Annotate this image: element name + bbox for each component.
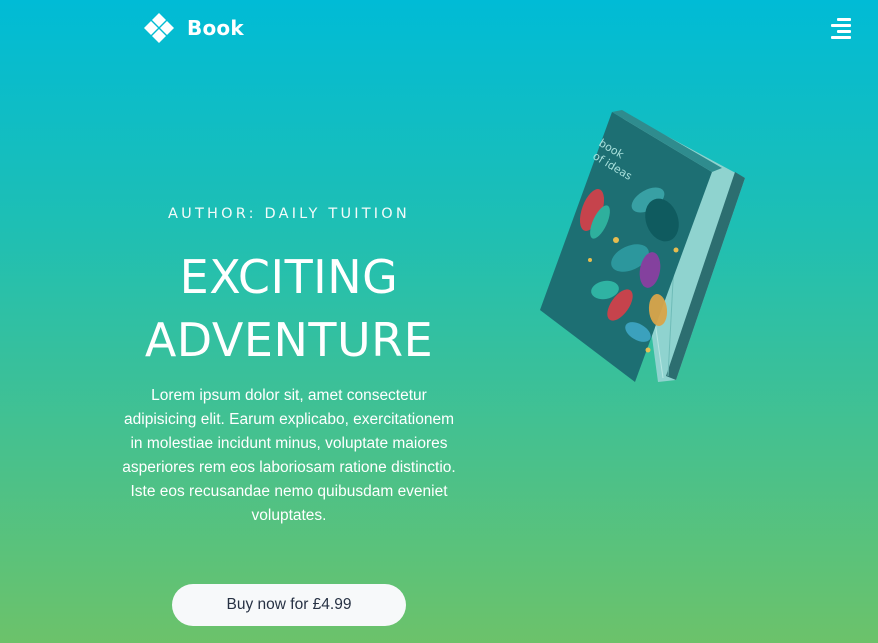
hero-title-line1: EXCITING (179, 250, 399, 304)
book-illustration: book of ideas (540, 110, 745, 382)
hero-description: Lorem ipsum dolor sit, amet consectetur … (122, 387, 456, 524)
menu-bar-lower (837, 30, 851, 33)
book-cover-image: book of ideas (530, 100, 760, 390)
hero-title: EXCITING ADVENTURE (118, 246, 460, 372)
menu-bar-bottom (831, 36, 851, 39)
hamburger-menu-icon[interactable] (829, 17, 851, 39)
brand-link[interactable]: Book (143, 13, 244, 43)
brand-name: Book (187, 16, 244, 40)
menu-bar-top (837, 18, 851, 21)
hero-title-line2: ADVENTURE (144, 313, 434, 367)
buy-now-button[interactable]: Buy now for £4.99 (172, 584, 406, 626)
four-diamond-logo-icon (144, 13, 174, 43)
hero-section: AUTHOR: DAILY TUITION EXCITING ADVENTURE… (118, 200, 460, 528)
author-line: AUTHOR: DAILY TUITION (168, 206, 410, 222)
navbar: Book (0, 0, 878, 56)
menu-bar-upper (831, 24, 851, 27)
